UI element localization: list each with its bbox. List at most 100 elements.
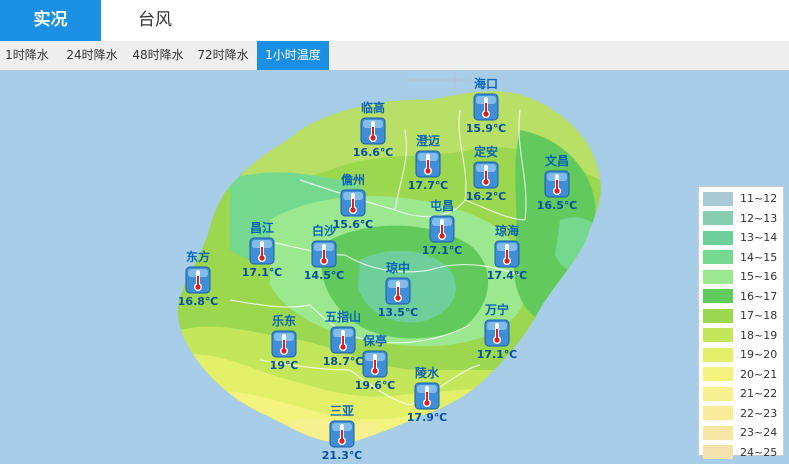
legend-label: 12~13	[740, 211, 778, 225]
thermometer-icon	[473, 161, 499, 189]
legend-item: 20~21	[703, 365, 779, 385]
tab-1h-temperature[interactable]: 1小时温度	[257, 41, 329, 70]
station-lingshui[interactable]: 陵水 17.9℃	[387, 366, 467, 424]
station-temperature: 16.8℃	[177, 295, 219, 308]
thermometer-icon	[414, 382, 440, 410]
thermometer-icon	[360, 117, 386, 145]
tab-typhoon[interactable]: 台风	[101, 0, 209, 41]
thermometer-icon	[249, 237, 275, 265]
legend-item: 22~23	[703, 404, 779, 424]
station-dongfang[interactable]: 东方 16.8℃	[158, 250, 238, 308]
legend-item: 14~15	[703, 248, 779, 268]
legend-label: 18~19	[740, 328, 778, 342]
station-temperature: 17.1℃	[476, 348, 518, 361]
station-wanning[interactable]: 万宁 17.1℃	[457, 303, 537, 361]
station-name: 五指山	[324, 310, 361, 324]
thermometer-icon	[494, 240, 520, 268]
thermometer-icon	[429, 215, 455, 243]
legend-label: 17~18	[740, 309, 778, 323]
station-name: 海口	[473, 77, 498, 91]
station-name: 定安	[473, 145, 498, 159]
legend-item: 21~22	[703, 384, 779, 404]
station-temperature: 17.9℃	[406, 411, 448, 424]
station-name: 儋州	[340, 173, 365, 187]
station-haikou[interactable]: 海口 15.9℃	[446, 77, 526, 135]
legend-swatch	[703, 367, 733, 382]
station-name: 万宁	[484, 303, 509, 317]
station-temperature: 21.3℃	[321, 449, 363, 462]
tab-1h-precipitation[interactable]: 1时降水	[0, 41, 54, 70]
legend-item: 23~24	[703, 423, 779, 443]
legend-swatch	[703, 269, 733, 284]
legend-item: 15~16	[703, 267, 779, 287]
legend-swatch	[703, 406, 733, 421]
station-name: 白沙	[311, 224, 336, 238]
legend-label: 20~21	[740, 367, 778, 381]
thermometer-icon	[311, 240, 337, 268]
legend-swatch	[703, 211, 733, 226]
temperature-map[interactable]: 海口 15.9℃ 临高 16.6℃ 澄迈 17.7℃ 定安 16.2℃ 文昌 1…	[0, 70, 789, 464]
thermometer-icon	[340, 189, 366, 217]
station-name: 陵水	[414, 366, 439, 380]
thermometer-icon	[329, 420, 355, 448]
station-danzhou[interactable]: 儋州 15.6℃	[313, 173, 393, 231]
thermometer-icon	[415, 150, 441, 178]
thermometer-icon	[185, 266, 211, 294]
station-name: 三亚	[329, 404, 354, 418]
legend-swatch	[703, 230, 733, 245]
legend-label: 11~12	[740, 192, 778, 206]
legend-label: 13~14	[740, 231, 778, 245]
legend-swatch	[703, 308, 733, 323]
legend-swatch	[703, 347, 733, 362]
legend-label: 24~25	[740, 445, 778, 459]
station-temperature: 14.5℃	[303, 269, 345, 282]
legend-swatch	[703, 386, 733, 401]
legend-item: 17~18	[703, 306, 779, 326]
legend-label: 23~24	[740, 426, 778, 440]
top-tab-bar: 实况 台风	[0, 0, 789, 41]
legend-swatch	[703, 250, 733, 265]
thermometer-icon	[484, 319, 510, 347]
thermometer-icon	[385, 277, 411, 305]
tab-24h-precipitation[interactable]: 24时降水	[63, 41, 121, 70]
sub-tab-bar: 1时降水 24时降水 48时降水 72时降水 1小时温度	[0, 41, 789, 71]
legend-swatch	[703, 191, 733, 206]
station-temperature: 17.4℃	[486, 269, 528, 282]
legend-swatch	[703, 425, 733, 440]
tab-observation[interactable]: 实况	[0, 0, 101, 41]
station-name: 文昌	[544, 154, 569, 168]
legend-item: 24~25	[703, 443, 779, 463]
legend-label: 21~22	[740, 387, 778, 401]
legend-swatch	[703, 289, 733, 304]
thermometer-icon	[473, 93, 499, 121]
station-qionghai[interactable]: 琼海 17.4℃	[467, 224, 547, 282]
legend-item: 18~19	[703, 326, 779, 346]
legend-item: 19~20	[703, 345, 779, 365]
legend-label: 16~17	[740, 289, 778, 303]
thermometer-icon	[362, 350, 388, 378]
legend-swatch	[703, 445, 733, 460]
station-name: 东方	[185, 250, 210, 264]
legend-label: 15~16	[740, 270, 778, 284]
station-name: 屯昌	[429, 199, 454, 213]
station-name: 临高	[360, 101, 385, 115]
station-name: 琼海	[494, 224, 519, 238]
station-sanya[interactable]: 三亚 21.3℃	[302, 404, 382, 462]
tab-72h-precipitation[interactable]: 72时降水	[194, 41, 252, 70]
legend-swatch	[703, 328, 733, 343]
station-ding-an[interactable]: 定安 16.2℃	[446, 145, 526, 203]
legend-item: 12~13	[703, 209, 779, 229]
legend-label: 19~20	[740, 348, 778, 362]
thermometer-icon	[271, 330, 297, 358]
station-wenchang[interactable]: 文昌 16.5℃	[517, 154, 597, 212]
legend-item: 13~14	[703, 228, 779, 248]
tab-48h-precipitation[interactable]: 48时降水	[129, 41, 187, 70]
station-baisha[interactable]: 白沙 14.5℃	[284, 224, 364, 282]
legend-item: 11~12	[703, 189, 779, 209]
legend-label: 14~15	[740, 250, 778, 264]
station-name: 琼中	[385, 261, 410, 275]
legend-label: 22~23	[740, 406, 778, 420]
station-temperature: 16.5℃	[536, 199, 578, 212]
legend-item: 16~17	[703, 287, 779, 307]
temperature-legend: 11~12 12~13 13~14 14~15 15~16 16~17 17~18 18~19…	[698, 186, 784, 460]
